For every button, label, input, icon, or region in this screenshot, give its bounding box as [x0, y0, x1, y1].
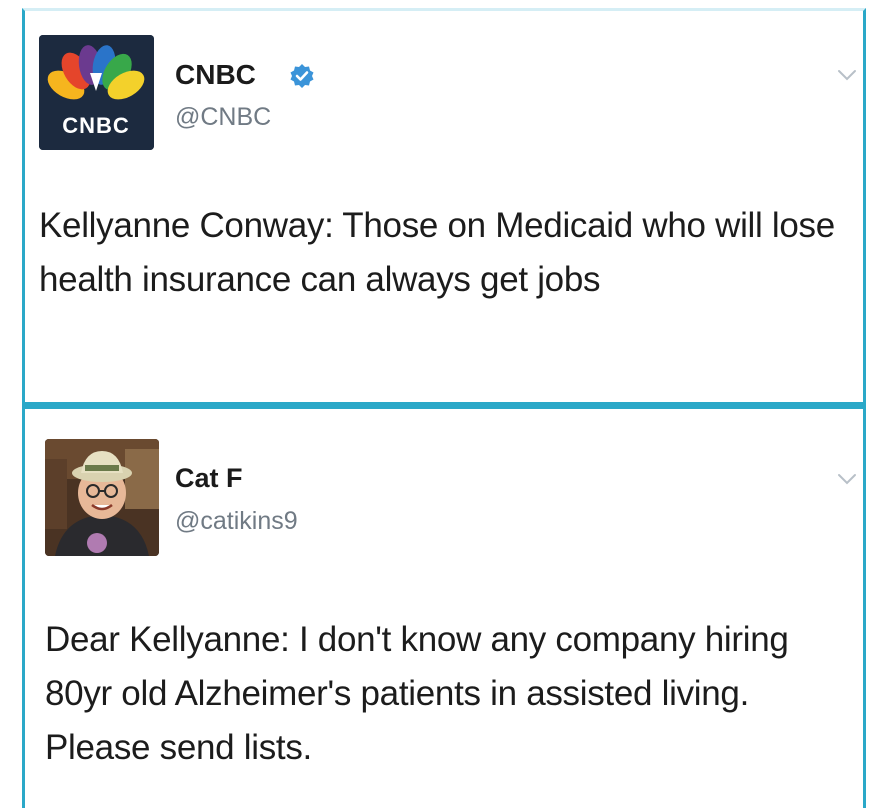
author-name[interactable]: Cat F — [175, 463, 243, 494]
chevron-down-icon[interactable] — [837, 473, 857, 485]
author-handle[interactable]: @catikins9 — [175, 507, 298, 536]
tweet-text: Dear Kellyanne: I don't know any company… — [45, 620, 789, 767]
author-handle[interactable]: @CNBC — [175, 103, 271, 132]
screenshot-frame: CNBC CNBC @CNBC Kellyanne Conway: Those … — [0, 0, 895, 808]
profile-photo-icon — [45, 439, 159, 556]
author-name[interactable]: CNBC — [175, 59, 256, 91]
cnbc-logo-wordmark: CNBC — [62, 113, 130, 138]
verified-badge-icon — [290, 64, 314, 88]
cnbc-peacock-logo-icon: CNBC — [39, 35, 154, 150]
tweet-card-cnbc[interactable]: CNBC CNBC @CNBC Kellyanne Conway: Those … — [22, 8, 866, 406]
tweet-text: Kellyanne Conway: Those on Medicaid who … — [39, 206, 835, 299]
cnbc-avatar[interactable]: CNBC — [39, 35, 154, 150]
chevron-down-icon[interactable] — [837, 69, 857, 81]
tweet-card-cat-f[interactable]: Cat F @catikins9 Dear Kellyanne: I don't… — [22, 404, 866, 808]
cat-f-avatar[interactable] — [45, 439, 159, 556]
